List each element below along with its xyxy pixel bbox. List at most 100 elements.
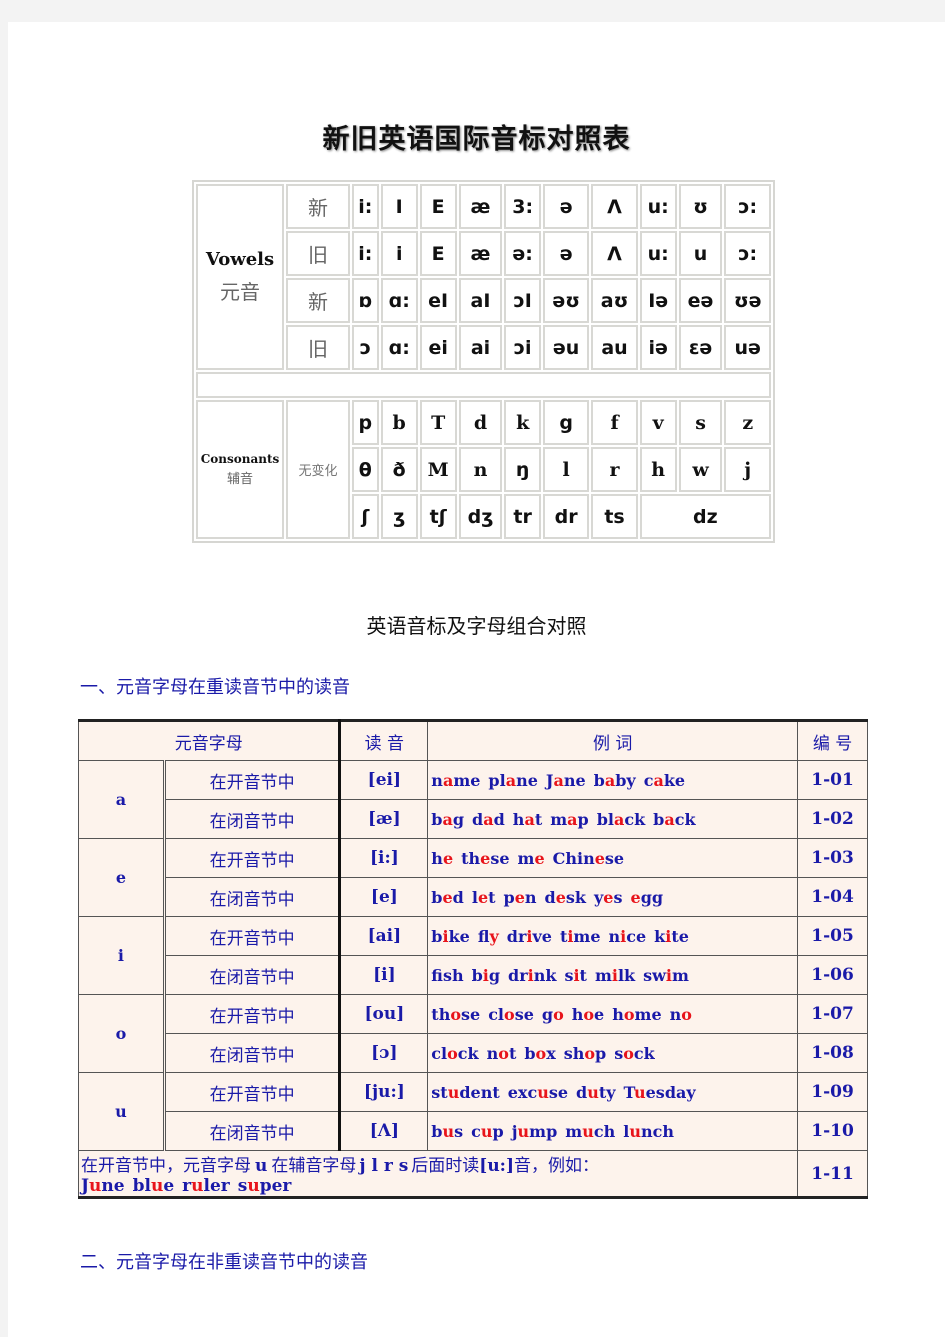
ipa-symbol: ɔ — [352, 325, 379, 370]
highlighted-vowel: e — [477, 887, 489, 907]
example-word: excuse — [508, 1083, 568, 1102]
vowel-letter: u — [78, 1072, 165, 1151]
highlighted-vowel: u — [629, 1121, 641, 1141]
word-part: T — [623, 1082, 634, 1102]
column-header: 读 音 — [339, 720, 429, 761]
word-part: b — [653, 809, 665, 829]
ipa-symbol: ɔI — [504, 278, 541, 323]
word-part: p — [595, 1043, 607, 1063]
table-row: 在闭音节中 [æ] bag dad hat map black back 1-02 — [79, 799, 868, 839]
word-part: f — [431, 965, 443, 985]
example-word: sit — [564, 966, 586, 985]
section-1-heading: 一、元音字母在重读音节中的读音 — [80, 677, 350, 698]
example-word: hat — [513, 810, 542, 829]
example-words: bike fly drive time nice kite — [427, 916, 799, 956]
word-part: th — [431, 1004, 451, 1024]
example-word: egg — [631, 888, 664, 907]
ipa-symbol: əʊ — [542, 278, 590, 323]
table-row: o 在开音节中 [ou] those close go hoe home no 1-07 — [78, 994, 868, 1073]
example-word: these — [461, 849, 509, 868]
example-word: swim — [643, 966, 689, 985]
ipa-symbol: p — [352, 400, 379, 445]
word-part: Chin — [552, 848, 595, 868]
ipa-symbol: v — [639, 400, 677, 445]
ipa-symbol: E — [419, 184, 457, 229]
word-part: nch — [640, 1121, 674, 1141]
vowel-row: Vowels 元音新 i: I Eæ 3: ə Λu: ʊ ɔ: — [196, 184, 771, 370]
vowels-cn-label: 元音 — [220, 280, 260, 304]
syllable-type: 在开音节中 — [162, 838, 342, 878]
example-word: back — [653, 810, 695, 829]
word-part: ke — [448, 926, 470, 946]
ipa-symbol: ɑ: — [380, 278, 418, 323]
ipa-symbol: f — [591, 400, 638, 445]
word-part: m — [594, 965, 612, 985]
entry-code: 1-09 — [797, 1072, 868, 1112]
column-header: 元音字母 — [77, 720, 342, 761]
highlighted-vowel: o — [623, 1004, 635, 1024]
word-part: b — [431, 887, 443, 907]
entry-code: 1-05 — [797, 916, 868, 956]
highlighted-vowel: o — [535, 1043, 547, 1063]
example-word: dad — [472, 810, 505, 829]
highlighted-vowel: a — [653, 770, 664, 790]
entry-code: 1-07 — [797, 994, 868, 1034]
example-word: bag — [431, 810, 464, 829]
highlighted-vowel: u — [537, 1082, 549, 1102]
highlighted-vowel: o — [504, 1004, 515, 1024]
page-title: 新旧英语国际音标对照表 — [322, 124, 631, 155]
word-part: c — [643, 770, 654, 790]
consonants-note: 无变化 — [286, 400, 350, 539]
word-part: fl — [477, 926, 490, 946]
example-word: box — [524, 1044, 555, 1063]
entry-code: 1-03 — [797, 838, 868, 878]
word-part: k — [654, 926, 666, 946]
ipa-symbol: eI — [419, 278, 457, 323]
example-word: home — [612, 1005, 661, 1024]
example-words: he these me Chinese — [427, 838, 799, 878]
note-part: 后面时读 — [411, 1156, 480, 1176]
word-part: ne — [101, 1176, 125, 1196]
ipa-symbol: ð — [380, 447, 418, 492]
word-part: y — [594, 887, 604, 907]
note-letter: u — [255, 1156, 268, 1176]
word-part: e — [163, 1176, 175, 1196]
table-row: 在闭音节中 [Λ] bus cup jump much lunch 1-10 — [79, 1111, 868, 1151]
syllable-type: 在开音节中 — [162, 916, 342, 956]
example-word: super — [238, 1176, 292, 1196]
vowels-category-cell: Vowels 元音 — [196, 184, 284, 370]
ipa-symbol: ts — [591, 494, 638, 539]
word-part: se — [514, 1004, 534, 1024]
example-word: nice — [609, 927, 647, 946]
ipa-symbol: eə — [678, 278, 723, 323]
syllable-type: 在闭音节中 — [162, 1033, 342, 1073]
example-word: pen — [504, 888, 537, 907]
highlighted-vowel: o — [583, 1004, 595, 1024]
version-label: 旧 — [286, 231, 350, 276]
entry-code: 1-04 — [797, 877, 868, 917]
example-words: clock not box shop sock — [427, 1033, 799, 1073]
pronunciation: [e] — [339, 877, 429, 917]
ipa-symbol: æ — [458, 184, 503, 229]
highlighted-vowel: u — [150, 1176, 164, 1196]
ipa-symbol: ʃ — [352, 494, 379, 539]
word-part: sw — [643, 965, 666, 985]
ipa-symbol: h — [639, 447, 677, 492]
word-part: mp — [529, 1121, 558, 1141]
word-part: se — [490, 848, 510, 868]
example-word: those — [431, 1005, 480, 1024]
word-part: sk — [565, 887, 586, 907]
example-word: blue — [133, 1176, 175, 1196]
word-part: s — [614, 1043, 624, 1063]
ipa-symbol: ʒ — [380, 494, 418, 539]
example-word: bike — [431, 927, 470, 946]
word-part: ke — [663, 770, 686, 790]
highlighted-vowel: u — [191, 1176, 204, 1196]
example-word: Chinese — [553, 849, 624, 868]
word-part: m — [517, 848, 535, 868]
example-word: milk — [595, 966, 635, 985]
highlighted-vowel: u — [480, 1121, 493, 1141]
word-part: p — [492, 1121, 504, 1141]
highlighted-vowel: e — [594, 848, 605, 868]
vowels-label: Vowels — [205, 249, 275, 270]
